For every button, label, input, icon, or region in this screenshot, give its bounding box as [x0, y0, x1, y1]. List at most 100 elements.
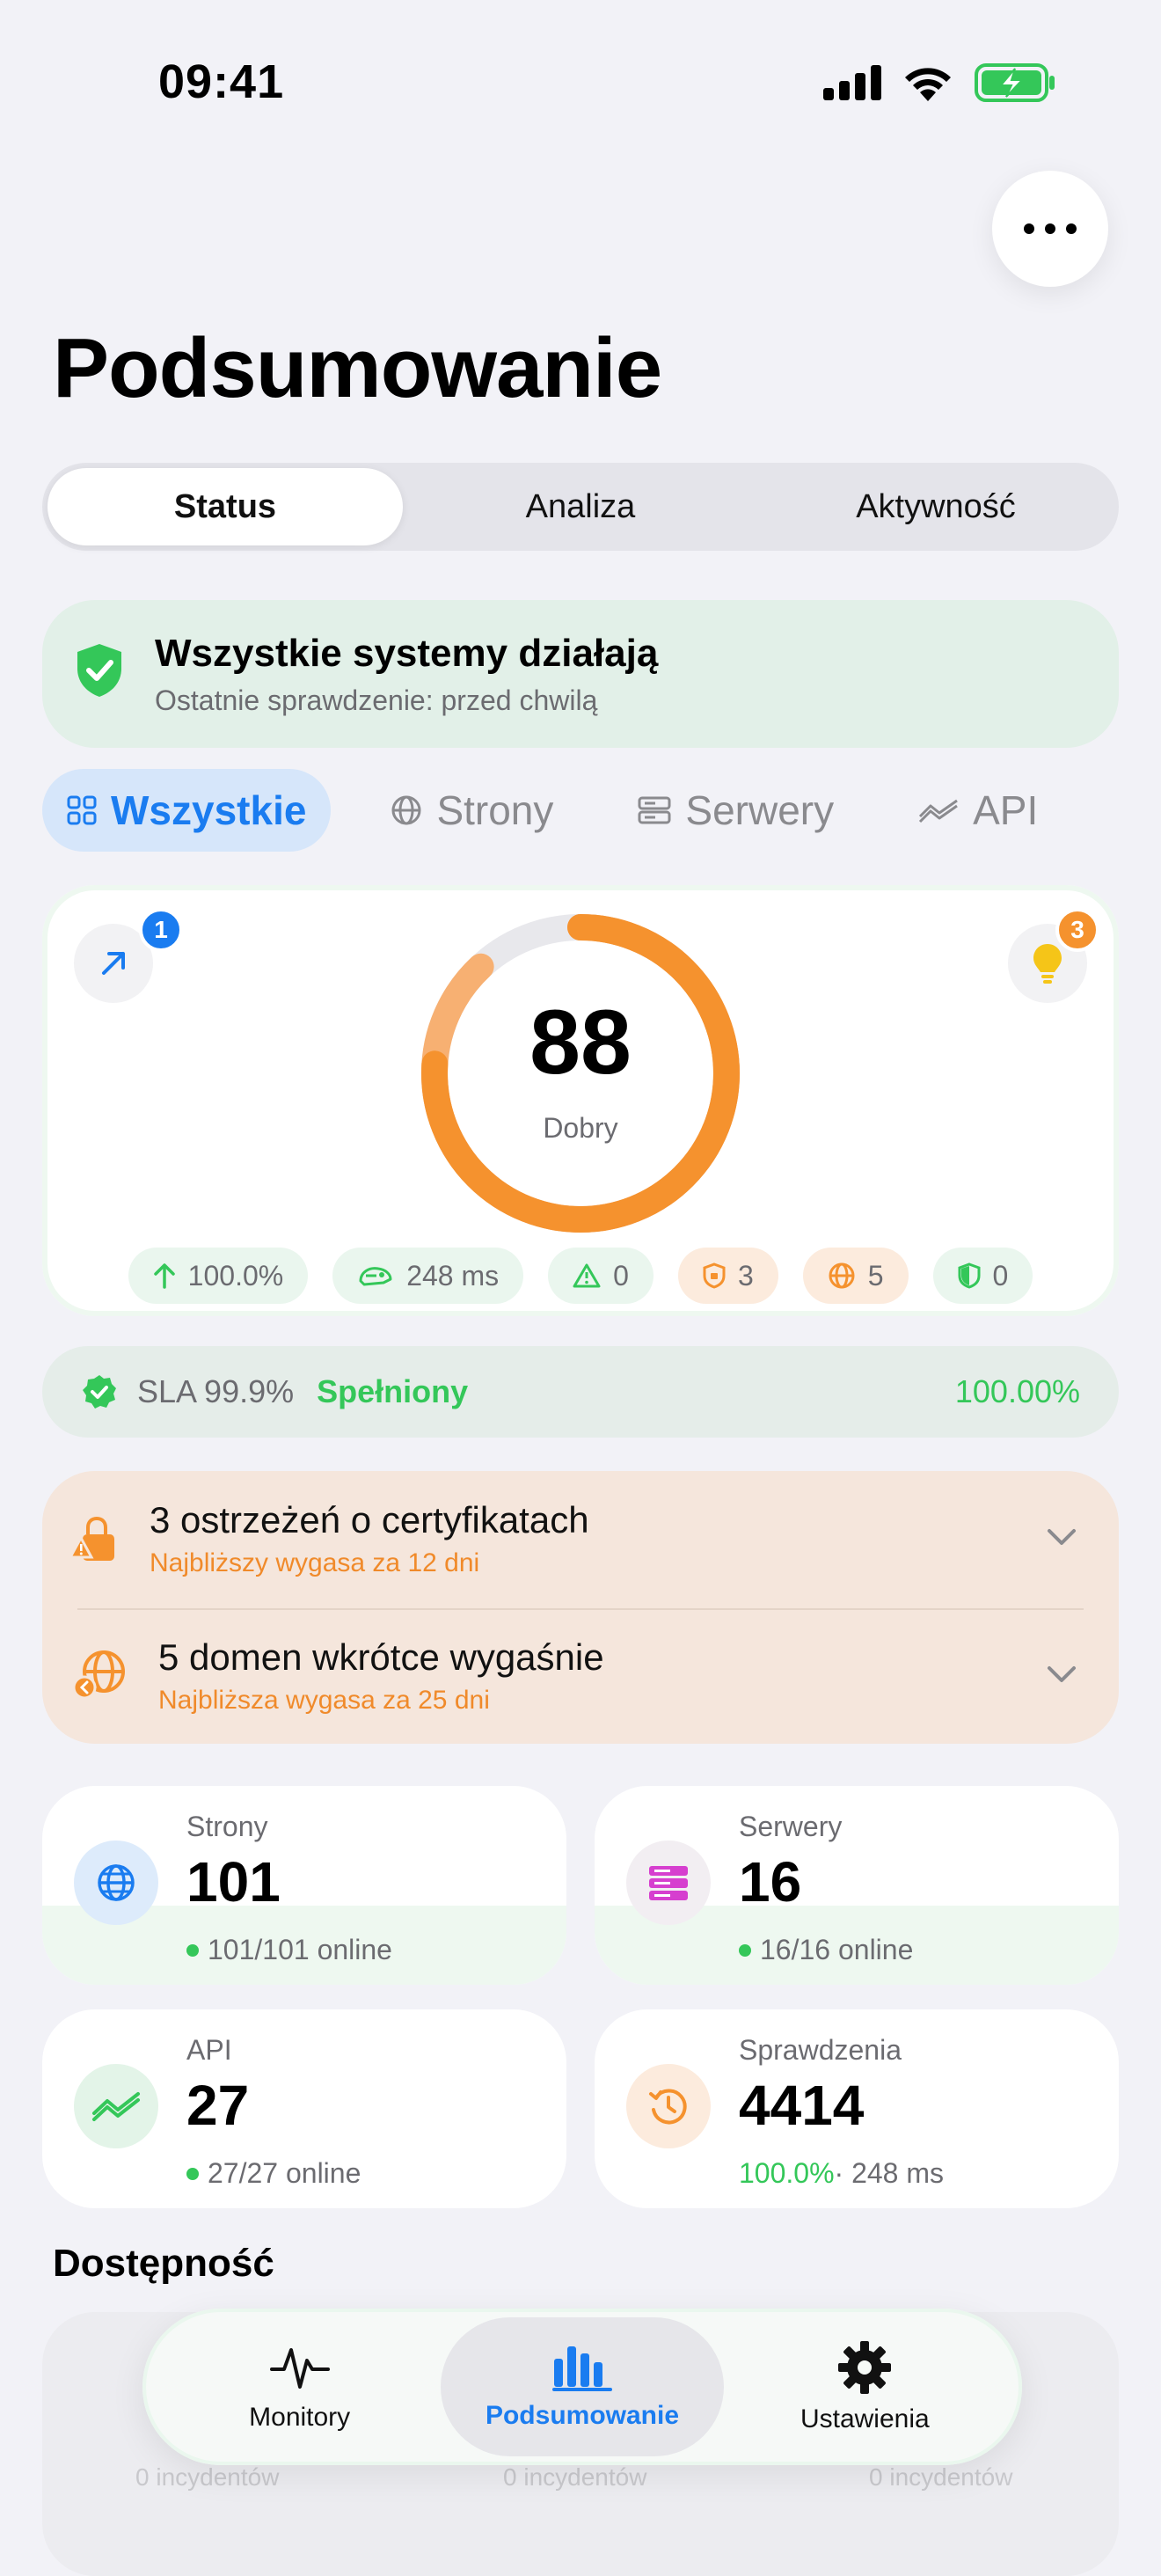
certificates-value: 3: [737, 1259, 754, 1292]
warning-triangle-icon: [573, 1263, 601, 1288]
api-wave-icon: [74, 2064, 158, 2148]
online-dot: [186, 1943, 199, 1957]
waveform-icon: [269, 2348, 330, 2389]
server-icon: [626, 1841, 711, 1925]
cert-warning-row[interactable]: 3 ostrzeżeń o certyfikatach Najbliższy w…: [42, 1471, 1119, 1606]
health-score-card: 1 3 88 Dobry 100.0% 248 ms 0 3 5 0: [42, 885, 1119, 1316]
stat-online: 27/27 online: [186, 2157, 361, 2190]
stat-value: 16: [739, 1850, 802, 1914]
uptime-pill[interactable]: 100.0%: [128, 1248, 309, 1304]
system-status-banner: Wszystkie systemy działają Ostatnie spra…: [42, 600, 1119, 748]
segmented-control: Status Analiza Aktywność: [42, 463, 1119, 551]
lock-warning-icon: [69, 1516, 114, 1561]
tab-podsumowanie[interactable]: Podsumowanie: [441, 2317, 724, 2456]
filter-chips: Wszystkie Strony Serwery API: [42, 769, 1062, 852]
cert-warning-title: 3 ostrzeżeń o certyfikatach: [150, 1499, 589, 1540]
banner-subtitle: Ostatnie sprawdzenie: przed chwilą: [155, 684, 598, 716]
segment-aktywnosc[interactable]: Aktywność: [758, 468, 1114, 545]
cert-warning-subtitle: Najbliższy wygasa za 12 dni: [150, 1548, 480, 1577]
tab-monitory-label: Monitory: [249, 2403, 351, 2432]
response-time-value: 248 ms: [406, 1259, 500, 1292]
incidents-label: 0 incydentów: [135, 2463, 280, 2491]
stat-online: 16/16 online: [739, 1934, 913, 1966]
chart-bar-icon: [551, 2346, 612, 2391]
security-pill[interactable]: 0: [932, 1248, 1033, 1304]
cert-shield-icon: [703, 1262, 726, 1289]
server-icon: [638, 796, 671, 824]
api-wave-icon: [919, 799, 958, 823]
shield-check-icon: [77, 644, 121, 697]
insights-count-badge: 3: [1055, 908, 1099, 952]
online-dot: [739, 1943, 751, 1957]
stat-card-pages[interactable]: Strony 101 101/101 online: [42, 1786, 566, 1985]
stat-card-checks[interactable]: Sprawdzenia 4414 100.0% · 248 ms: [595, 2009, 1119, 2208]
domains-value: 5: [867, 1259, 884, 1292]
stat-label: API: [186, 2034, 232, 2066]
gear-icon: [838, 2341, 892, 2394]
health-score-value: 88: [529, 992, 632, 1094]
certificates-pill[interactable]: 3: [677, 1248, 778, 1304]
uptime-value: 100.0%: [187, 1259, 284, 1292]
metric-pills: 100.0% 248 ms 0 3 5 0: [42, 1248, 1119, 1304]
filter-api[interactable]: API: [894, 769, 1062, 852]
globe-alert-icon: [829, 1262, 855, 1289]
warnings-card: 3 ostrzeżeń o certyfikatach Najbliższy w…: [42, 1471, 1119, 1744]
filter-pages[interactable]: Strony: [366, 769, 578, 852]
segment-analiza[interactable]: Analiza: [403, 468, 758, 545]
chevron-down-icon: [1048, 1666, 1076, 1682]
stat-card-api[interactable]: API 27 27/27 online: [42, 2009, 566, 2208]
tab-ustawienia[interactable]: Ustawienia: [724, 2317, 1006, 2456]
stat-value: 27: [186, 2074, 250, 2137]
checks-success-rate: 100.0%: [739, 2157, 835, 2189]
tab-monitory[interactable]: Monitory: [158, 2317, 441, 2456]
security-value: 0: [992, 1259, 1009, 1292]
segment-status[interactable]: Status: [47, 468, 403, 545]
sla-status: Spełniony: [317, 1373, 469, 1409]
filter-servers-label: Serwery: [685, 787, 835, 833]
lightbulb-icon: [1033, 944, 1062, 984]
globe-icon: [391, 795, 421, 825]
filter-servers[interactable]: Serwery: [613, 769, 858, 852]
tab-ustawienia-label: Ustawienia: [800, 2404, 930, 2433]
ellipsis-icon: [1024, 223, 1034, 234]
online-dot: [186, 2167, 199, 2180]
grid-icon: [67, 795, 97, 825]
tab-bar: Monitory Podsumowanie Ustawienia: [142, 2309, 1022, 2465]
incidents-label: 0 incydentów: [503, 2463, 647, 2491]
status-time: 09:41: [158, 55, 285, 108]
sla-row[interactable]: SLA 99.9% Spełniony 100.00%: [42, 1346, 1119, 1438]
alerts-pill[interactable]: 0: [548, 1248, 654, 1304]
stat-value: 4414: [739, 2074, 865, 2137]
sla-label: SLA 99.9%: [137, 1373, 295, 1409]
speed-icon: [359, 1267, 392, 1286]
page-title: Podsumowanie: [53, 321, 662, 415]
domain-warning-subtitle: Najbliższa wygasa za 25 dni: [158, 1686, 490, 1715]
incidents-label: 0 incydentów: [869, 2463, 1013, 2491]
filter-api-label: API: [973, 787, 1039, 833]
verified-badge-icon: [83, 1375, 116, 1409]
arrow-up-right-icon: [102, 952, 125, 975]
stat-label: Serwery: [739, 1811, 843, 1842]
checks-response: · 248 ms: [834, 2157, 945, 2189]
chevron-down-icon: [1048, 1529, 1076, 1545]
checks-summary: 100.0% · 248 ms: [739, 2157, 944, 2190]
section-title-availability: Dostępność: [53, 2242, 274, 2285]
domains-pill[interactable]: 5: [802, 1248, 909, 1304]
stat-card-servers[interactable]: Serwery 16 16/16 online: [595, 1786, 1119, 1985]
more-options-button[interactable]: [992, 171, 1108, 287]
globe-icon: [74, 1841, 158, 1925]
status-icons: [823, 63, 1055, 102]
stat-online: 101/101 online: [186, 1934, 392, 1966]
response-time-pill[interactable]: 248 ms: [332, 1248, 524, 1304]
globe-expiry-icon: [72, 1650, 125, 1700]
filter-all[interactable]: Wszystkie: [42, 769, 332, 852]
stat-value: 101: [186, 1850, 281, 1914]
battery-charging-icon: [975, 63, 1055, 102]
security-shield-icon: [958, 1262, 981, 1289]
domain-warning-row[interactable]: 5 domen wkrótce wygaśnie Najbliższa wyga…: [42, 1610, 1119, 1745]
health-score-label: Dobry: [543, 1112, 618, 1144]
stat-label: Strony: [186, 1811, 268, 1842]
cellular-signal-icon: [823, 65, 881, 100]
sla-value: 100.00%: [954, 1373, 1080, 1409]
stat-label: Sprawdzenia: [739, 2034, 902, 2066]
